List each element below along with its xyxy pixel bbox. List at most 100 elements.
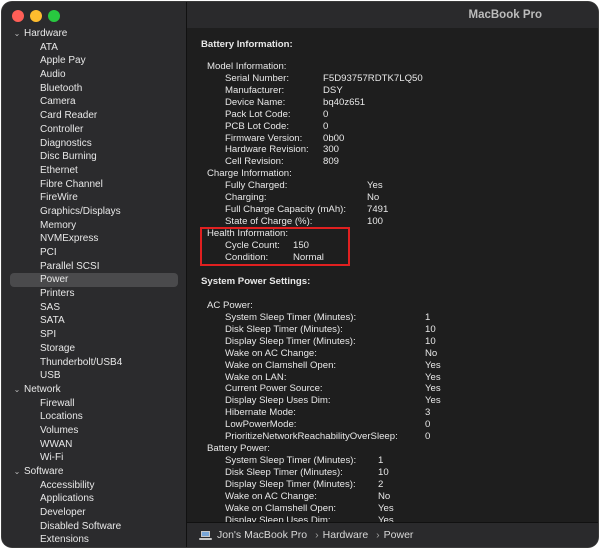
property-value: 1 xyxy=(378,455,384,466)
property-value: 150 xyxy=(293,240,310,251)
property-label: Wake on Clamshell Open: xyxy=(225,502,337,514)
property-label: Pack Lot Code: xyxy=(225,108,291,120)
breadcrumb-item[interactable]: Hardware xyxy=(323,529,369,541)
property-label: Display Sleep Uses Dim: xyxy=(225,395,331,407)
property-value: Yes xyxy=(367,180,383,191)
property-label: Device Name: xyxy=(225,96,286,108)
charge-information-header: Charge Information: xyxy=(207,168,292,179)
chevron-down-icon[interactable]: ⌄ xyxy=(12,465,22,479)
window-title: MacBook Pro xyxy=(468,9,543,21)
property-label: PrioritizeNetworkReachabilityOverSleep: xyxy=(225,431,398,442)
ac-power-header: AC Power: xyxy=(207,300,253,311)
chevron-right-icon: › xyxy=(315,529,319,541)
property-value: 7491 xyxy=(367,203,389,215)
sidebar-item-disc-burning[interactable]: Disc Burning xyxy=(2,150,186,164)
sidebar-item-thunderbolt-usb4[interactable]: Thunderbolt/USB4 xyxy=(2,356,186,370)
zoom-button[interactable] xyxy=(48,10,60,22)
property-label: State of Charge (%): xyxy=(225,215,313,227)
sidebar-item-pci[interactable]: PCI xyxy=(2,246,186,260)
property-label: Condition: xyxy=(225,251,269,263)
minimize-button[interactable] xyxy=(30,10,42,22)
property-value: Yes xyxy=(425,395,441,407)
sidebar-item-printers[interactable]: Printers xyxy=(2,287,186,301)
sidebar-item-volumes[interactable]: Volumes xyxy=(2,424,186,438)
sidebar-item-camera[interactable]: Camera xyxy=(2,95,186,109)
window-controls xyxy=(12,10,60,22)
model-information-header: Model Information: xyxy=(207,61,287,72)
property-label: Cell Revision: xyxy=(225,156,284,168)
battery-information-heading: Battery Information: xyxy=(201,39,293,50)
sidebar-item-controller[interactable]: Controller xyxy=(2,123,186,137)
property-label: Wake on AC Change: xyxy=(225,490,317,502)
property-label: Wake on AC Change: xyxy=(225,347,317,359)
property-value: Yes xyxy=(425,383,441,395)
sidebar-category-network[interactable]: ⌄ Network xyxy=(2,383,186,397)
property-value: bq40z651 xyxy=(323,96,366,108)
sidebar-item-power[interactable]: Power xyxy=(10,273,178,288)
sidebar-category-label: Hardware xyxy=(24,28,68,39)
chevron-down-icon[interactable]: ⌄ xyxy=(12,383,22,397)
sidebar-item-parallel-scsi[interactable]: Parallel SCSI xyxy=(2,260,186,274)
sidebar-item-fibre-channel[interactable]: Fibre Channel xyxy=(2,178,186,192)
property-label: System Sleep Timer (Minutes): xyxy=(225,312,357,323)
sidebar-item-ata[interactable]: ATA xyxy=(2,41,186,55)
property-label: Wake on Clamshell Open: xyxy=(225,359,337,371)
sidebar-item-ethernet[interactable]: Ethernet xyxy=(2,164,186,178)
property-value: No xyxy=(425,347,438,359)
sidebar-category-hardware[interactable]: ⌄ Hardware xyxy=(2,27,186,41)
property-value: 0 xyxy=(323,120,329,132)
sidebar-item-apple-pay[interactable]: Apple Pay xyxy=(2,54,186,68)
property-label: PCB Lot Code: xyxy=(225,120,289,132)
sidebar-item-wi-fi[interactable]: Wi-Fi xyxy=(2,451,186,465)
property-value: 10 xyxy=(378,466,389,478)
sidebar-item-diagnostics[interactable]: Diagnostics xyxy=(2,137,186,151)
sidebar-item-accessibility[interactable]: Accessibility xyxy=(2,479,186,493)
property-value: 100 xyxy=(367,215,384,227)
sidebar-item-nvmexpress[interactable]: NVMExpress xyxy=(2,232,186,246)
property-label: Current Power Source: xyxy=(225,383,323,395)
property-label: Fully Charged: xyxy=(225,180,288,191)
sidebar-item-usb[interactable]: USB xyxy=(2,369,186,383)
property-label: Full Charge Capacity (mAh): xyxy=(225,203,347,215)
sidebar-item-wwan[interactable]: WWAN xyxy=(2,438,186,452)
property-value: 0 xyxy=(425,431,431,442)
sidebar-item-developer[interactable]: Developer xyxy=(2,506,186,520)
sidebar-item-extensions[interactable]: Extensions xyxy=(2,533,186,547)
sidebar-category-label: Software xyxy=(24,466,64,477)
breadcrumb-item[interactable]: Jon's MacBook Pro xyxy=(217,529,307,541)
property-value: 1 xyxy=(425,312,431,323)
property-value: 300 xyxy=(323,144,340,156)
sidebar-item-spi[interactable]: SPI xyxy=(2,328,186,342)
sidebar-item-locations[interactable]: Locations xyxy=(2,410,186,424)
property-value: DSY xyxy=(323,84,343,96)
property-label: Display Sleep Timer (Minutes): xyxy=(225,478,356,490)
sidebar-item-sas[interactable]: SAS xyxy=(2,301,186,315)
property-value: Normal xyxy=(293,251,324,263)
close-button[interactable] xyxy=(12,10,24,22)
sidebar-item-memory[interactable]: Memory xyxy=(2,219,186,233)
sidebar-item-firewall[interactable]: Firewall xyxy=(2,397,186,411)
property-label: Hardware Revision: xyxy=(225,144,309,156)
sidebar-item-graphics-displays[interactable]: Graphics/Displays xyxy=(2,205,186,219)
sidebar-item-applications[interactable]: Applications xyxy=(2,492,186,506)
property-label: Serial Number: xyxy=(225,73,289,84)
breadcrumb-item[interactable]: Power xyxy=(384,529,414,541)
battery-power-header: Battery Power: xyxy=(207,443,270,454)
chevron-right-icon: › xyxy=(376,529,380,541)
property-value: 10 xyxy=(425,323,436,335)
sidebar-item-disabled-software[interactable]: Disabled Software xyxy=(2,520,186,534)
property-value: No xyxy=(378,490,391,502)
sidebar-category-label: Network xyxy=(24,383,61,395)
sidebar-category-software[interactable]: ⌄ Software xyxy=(2,465,186,479)
sidebar-item-sata[interactable]: SATA xyxy=(2,314,186,328)
property-value: Yes xyxy=(378,502,394,514)
property-label: Firmware Version: xyxy=(225,132,303,144)
sidebar-item-storage[interactable]: Storage xyxy=(2,342,186,356)
sidebar-item-audio[interactable]: Audio xyxy=(2,68,186,82)
property-value: No xyxy=(367,191,380,203)
chevron-down-icon[interactable]: ⌄ xyxy=(12,27,22,41)
sidebar-item-firewire[interactable]: FireWire xyxy=(2,191,186,205)
sidebar-item-bluetooth[interactable]: Bluetooth xyxy=(2,82,186,96)
property-label: Display Sleep Timer (Minutes): xyxy=(225,335,356,347)
sidebar-item-card-reader[interactable]: Card Reader xyxy=(2,109,186,123)
